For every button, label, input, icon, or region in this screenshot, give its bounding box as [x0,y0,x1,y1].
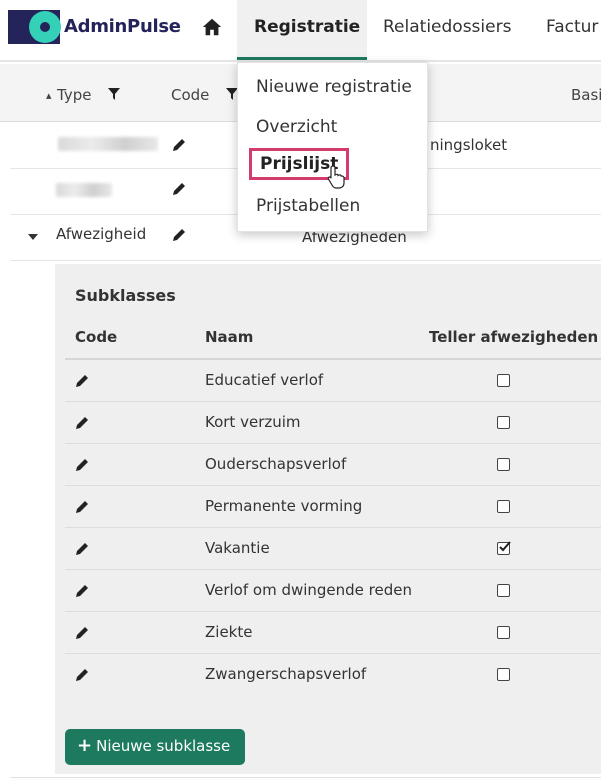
pencil-icon[interactable] [74,415,90,431]
checkbox-icon[interactable] [497,626,510,639]
subklasse-name: Educatief verlof [205,371,324,389]
table-row[interactable]: Ziekte [65,612,601,654]
tab-registratie[interactable]: Registratie [237,0,367,60]
table-row[interactable]: Ouderschapsverlof [65,444,601,486]
pencil-icon[interactable] [74,541,90,557]
logo[interactable] [8,10,61,44]
menu-item-prijstabellen[interactable]: Prijstabellen [256,196,360,216]
pencil-icon[interactable] [74,583,90,599]
pencil-icon[interactable] [171,181,187,197]
checkbox-checked-icon[interactable] [497,541,511,555]
column-type[interactable]: Type [57,86,91,104]
pencil-icon[interactable] [74,373,90,389]
panel-title: Subklasses [75,286,176,305]
menu-item-nieuwe-registratie[interactable]: Nieuwe registratie [256,77,412,97]
table-row[interactable]: Zwangerschapsverlof [65,654,601,696]
tab-facturatie[interactable]: Factur [546,0,598,60]
column-teller[interactable]: Teller afwezigheden [429,328,598,346]
blurred-type [56,183,112,197]
home-icon[interactable] [201,16,223,38]
checkbox-icon[interactable] [497,500,510,513]
checkbox-icon[interactable] [497,668,510,681]
column-basis[interactable]: Basi [571,86,601,104]
tab-relatiedossiers[interactable]: Relatiedossiers [383,0,511,60]
checkbox-icon[interactable] [497,584,510,597]
pencil-icon[interactable] [171,227,187,243]
subklasse-name: Verlof om dwingende reden [205,581,413,599]
row-extra: ningsloket [430,136,508,154]
pencil-icon[interactable] [171,137,187,153]
subklasse-name: Ouderschapsverlof [205,455,347,473]
hand-pointer-cursor [327,165,345,189]
subklasses-panel: Subklasses Code Naam Teller afwezigheden… [55,264,601,774]
caret-down-icon[interactable] [28,234,38,242]
subklasse-name: Vakantie [205,539,270,557]
blurred-type [58,137,158,151]
plus-icon: + [77,735,93,756]
subklasse-name: Ziekte [205,623,253,641]
column-naam[interactable]: Naam [205,328,253,346]
registratie-dropdown: Nieuwe registratie Overzicht Prijslijst … [237,62,428,232]
checkbox-icon[interactable] [497,374,510,387]
pencil-icon[interactable] [74,625,90,641]
top-nav: AdminPulse Registratie Relatiedossiers F… [0,0,601,62]
sort-asc-icon[interactable]: ▴ [46,89,52,102]
table-row[interactable]: Vakantie [65,528,601,570]
table-row[interactable]: Permanente vorming [65,486,601,528]
pencil-icon[interactable] [74,457,90,473]
table-row[interactable]: Kort verzuim [65,402,601,444]
filter-icon[interactable] [108,88,120,100]
checkbox-icon[interactable] [497,458,510,471]
subklasse-name: Permanente vorming [205,497,363,515]
divider [10,777,601,778]
column-code[interactable]: Code [75,328,117,346]
new-subklasse-label: Nieuwe subklasse [96,737,231,755]
column-code[interactable]: Code [171,86,209,104]
pencil-icon[interactable] [74,499,90,515]
subklasse-name: Kort verzuim [205,413,301,431]
menu-item-overzicht[interactable]: Overzicht [256,117,337,137]
subklasse-name: Zwangerschapsverlof [205,665,367,683]
brand-name[interactable]: AdminPulse [64,16,181,37]
checkbox-icon[interactable] [497,416,510,429]
row-type: Afwezigheid [56,225,147,243]
table-row[interactable]: Verlof om dwingende reden [65,570,601,612]
table-row[interactable]: Educatief verlof [65,360,601,402]
pencil-icon[interactable] [74,667,90,683]
new-subklasse-button[interactable]: + Nieuwe subklasse [65,729,245,765]
